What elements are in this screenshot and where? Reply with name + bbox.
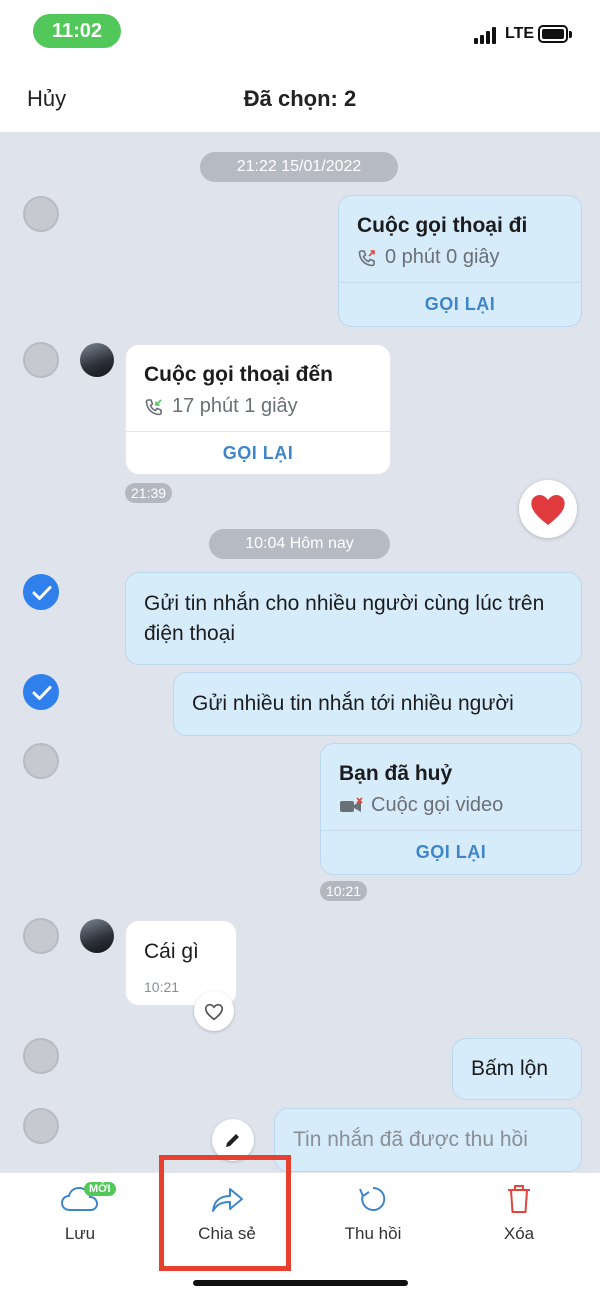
network-label: LTE <box>505 25 535 42</box>
message-bubble[interactable]: Gửi nhiều tin nhắn tới nhiều người <box>173 672 582 736</box>
incoming-call-bubble[interactable]: Cuộc gọi thoại đến 17 phút 1 giây GỌI LẠ… <box>125 344 391 475</box>
message-time: 21:39 <box>125 483 173 503</box>
avatar[interactable] <box>80 919 114 953</box>
call-subtitle-row: Cuộc gọi video <box>339 794 503 817</box>
save-label: Lưu <box>64 1224 96 1243</box>
call-duration-row: 17 phút 1 giây <box>144 395 298 418</box>
message-text: Cái gì <box>144 940 199 963</box>
date-separator: 21:22 15/01/2022 <box>200 152 398 182</box>
select-circle[interactable] <box>23 1108 59 1144</box>
message-bubble[interactable]: Gửi tin nhắn cho nhiều người cùng lúc tr… <box>125 572 582 665</box>
call-duration-row: 0 phút 0 giây <box>357 246 500 269</box>
message-time: 10:21 <box>144 979 180 995</box>
recalled-message-bubble[interactable]: Tin nhắn đã được thu hồi <box>274 1108 582 1172</box>
delete-label: Xóa <box>503 1224 535 1243</box>
divider <box>126 431 390 432</box>
call-duration: 17 phút 1 giây <box>172 395 298 417</box>
call-subtitle: Cuộc gọi video <box>371 794 504 816</box>
divider <box>339 282 581 283</box>
new-badge: MỚI <box>84 1182 116 1196</box>
call-back-button[interactable]: GỌI LẠI <box>126 443 390 464</box>
select-circle[interactable] <box>23 342 59 378</box>
outgoing-call-icon <box>358 249 375 266</box>
select-circle-checked[interactable] <box>23 574 59 610</box>
date-separator: 10:04 Hôm nay <box>209 529 390 559</box>
call-title: Cuộc gọi thoại đến <box>144 363 333 386</box>
message-bubble[interactable]: Bấm lộn <box>452 1038 582 1100</box>
call-back-button[interactable]: GỌI LẠI <box>321 842 581 863</box>
react-button[interactable] <box>194 991 234 1031</box>
message-time: 10:21 <box>320 881 368 901</box>
status-time: 11:02 <box>33 14 121 48</box>
recall-icon <box>359 1186 386 1211</box>
select-circle[interactable] <box>23 196 59 232</box>
video-call-icon <box>340 796 363 812</box>
battery-icon <box>538 25 568 43</box>
call-duration: 0 phút 0 giây <box>385 246 500 268</box>
check-icon <box>32 686 52 700</box>
heart-icon <box>531 495 565 525</box>
page-title: Đã chọn: 2 <box>243 86 357 111</box>
call-title: Bạn đã huỷ <box>339 762 453 785</box>
check-icon <box>32 586 52 600</box>
call-title: Cuộc gọi thoại đi <box>357 214 528 237</box>
signal-icon <box>474 26 500 44</box>
select-circle[interactable] <box>23 1038 59 1074</box>
highlight-box <box>159 1155 291 1271</box>
call-back-button[interactable]: GỌI LẠI <box>339 294 581 315</box>
heart-outline-icon <box>204 1003 224 1021</box>
battery-cap <box>569 31 572 38</box>
home-indicator <box>193 1280 408 1286</box>
trash-icon <box>508 1185 530 1213</box>
pencil-icon <box>226 1134 239 1147</box>
outgoing-call-bubble[interactable]: Cuộc gọi thoại đi 0 phút 0 giây GỌI LẠI <box>338 195 582 327</box>
select-circle-checked[interactable] <box>23 674 59 710</box>
divider <box>321 830 581 831</box>
avatar[interactable] <box>80 343 114 377</box>
video-call-bubble[interactable]: Bạn đã huỷ Cuộc gọi video GỌI LẠI <box>320 743 582 875</box>
cancel-button[interactable]: Hủy <box>27 86 66 112</box>
select-circle[interactable] <box>23 918 59 954</box>
recall-label: Thu hồi <box>344 1224 402 1243</box>
reaction-button[interactable] <box>519 480 577 538</box>
incoming-call-icon <box>145 398 162 415</box>
select-circle[interactable] <box>23 743 59 779</box>
